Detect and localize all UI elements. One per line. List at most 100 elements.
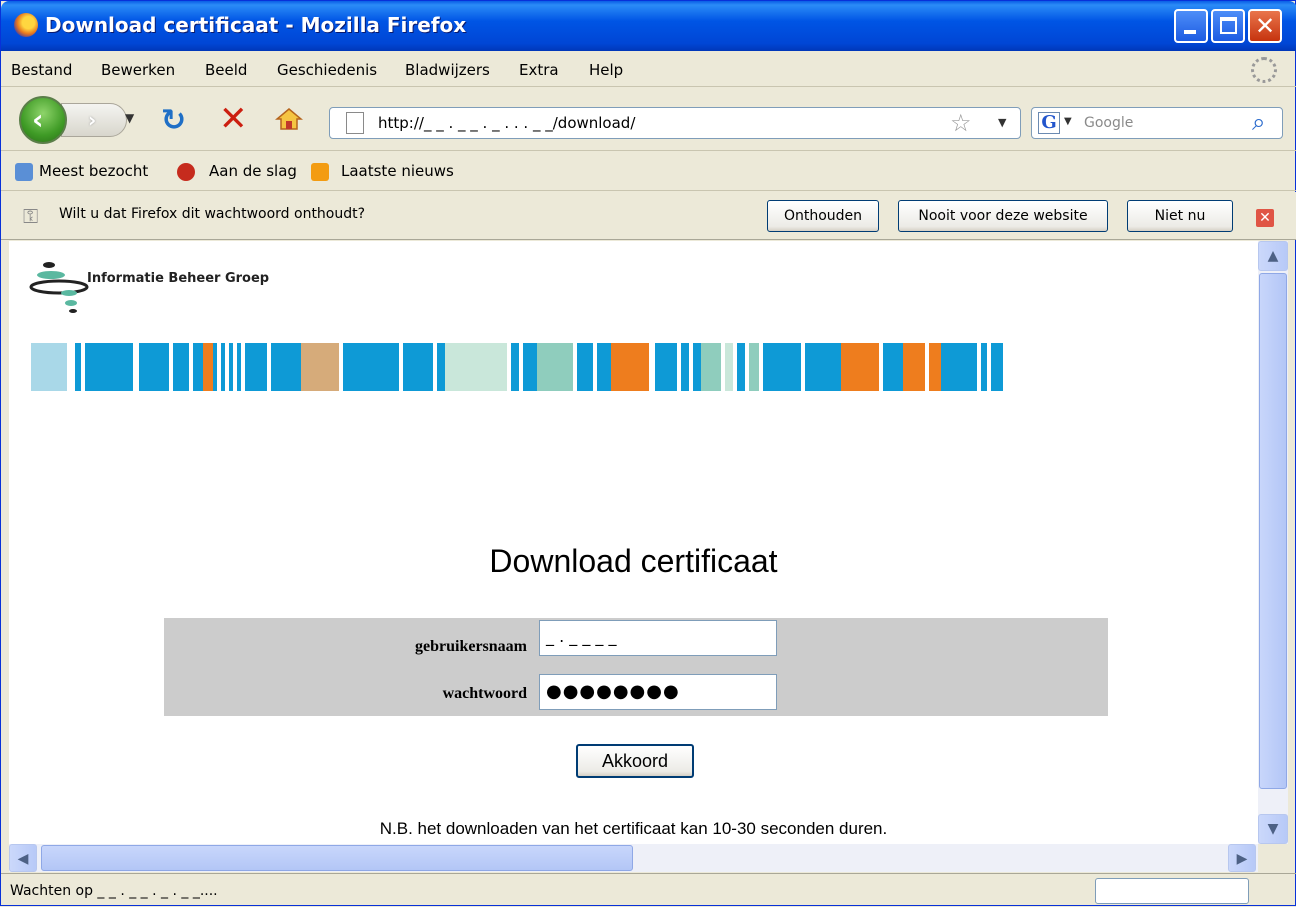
stop-icon[interactable]: ✕	[219, 99, 248, 139]
login-form-panel: gebruikersnaam _ . _ _ _ _ wachtwoord ●●…	[164, 618, 1108, 716]
forward-arrow-icon: ›	[88, 108, 97, 132]
search-engine-dropdown-icon[interactable]: ▼	[1064, 116, 1072, 127]
home-icon[interactable]	[275, 107, 303, 131]
close-icon: ✕	[1254, 12, 1276, 40]
stripe-segment	[193, 343, 203, 391]
forward-button[interactable]: ›	[61, 103, 127, 137]
password-label: wachtwoord	[442, 685, 527, 702]
status-text: Wachten op _ _ . _ _ . _ . _ _....	[10, 883, 218, 899]
url-dropdown-icon[interactable]: ▼	[998, 116, 1006, 129]
stripe-segment	[701, 343, 721, 391]
stripe-segment	[655, 343, 677, 391]
stripe-segment	[523, 343, 537, 391]
horizontal-scroll-thumb[interactable]	[41, 845, 633, 871]
vertical-scroll-thumb[interactable]	[1259, 273, 1287, 789]
menu-bladwijzers[interactable]: Bladwijzers	[405, 61, 490, 79]
stripe-segment	[445, 343, 507, 391]
scroll-right-icon[interactable]: ▶	[1228, 844, 1256, 872]
stripe-segment	[301, 343, 339, 391]
stripe-segment	[403, 343, 433, 391]
firefox-icon	[14, 13, 38, 37]
stripe-segment	[597, 343, 611, 391]
stripe-segment	[763, 343, 801, 391]
stripe-segment	[537, 343, 573, 391]
stripe-segment	[343, 343, 399, 391]
stripe-segment	[85, 343, 133, 391]
stripe-segment	[611, 343, 649, 391]
stripe-segment	[991, 343, 1003, 391]
menu-help[interactable]: Help	[589, 61, 623, 79]
stripe-segment	[737, 343, 745, 391]
stripe-segment	[749, 343, 759, 391]
reload-icon[interactable]: ↻	[161, 103, 186, 138]
minimize-button[interactable]	[1174, 9, 1208, 43]
stripe-segment	[139, 343, 169, 391]
menu-extra[interactable]: Extra	[519, 61, 559, 79]
stripe-segment	[903, 343, 925, 391]
window-title: Download certificaat - Mozilla Firefox	[45, 13, 467, 37]
stripe-segment	[883, 343, 903, 391]
bookmark-meest-bezocht[interactable]: Meest bezocht	[39, 162, 148, 180]
search-bar[interactable]: G ▼ Google ⌕	[1031, 107, 1283, 139]
username-input[interactable]: _ . _ _ _ _	[539, 620, 777, 656]
stripe-segment	[805, 343, 841, 391]
stripe-segment	[173, 343, 189, 391]
menu-bar: Bestand Bewerken Beeld Geschiedenis Blad…	[1, 53, 1296, 87]
notification-text: Wilt u dat Firefox dit wachtwoord onthou…	[59, 206, 366, 222]
google-icon[interactable]: G	[1038, 112, 1060, 134]
bookmark-laatste-nieuws[interactable]: Laatste nieuws	[341, 162, 454, 180]
stripe-segment	[725, 343, 733, 391]
menu-bestand[interactable]: Bestand	[11, 61, 72, 79]
scroll-down-icon[interactable]: ▼	[1258, 814, 1288, 844]
menu-geschiedenis[interactable]: Geschiedenis	[277, 61, 377, 79]
history-dropdown-icon[interactable]: ▼	[125, 111, 134, 125]
maximize-button[interactable]	[1211, 9, 1245, 43]
status-progress-box	[1095, 878, 1249, 904]
throbber-icon	[1251, 57, 1277, 83]
url-bar[interactable]: http://_ _ . _ _ . _ . . . _ _/download/…	[329, 107, 1021, 139]
back-arrow-icon: ‹	[32, 103, 44, 136]
navigation-toolbar: › ‹ ▼ ↻ ✕ http://_ _ . _ _ . _ . . . _ _…	[1, 89, 1296, 151]
page-icon	[346, 112, 364, 134]
download-note: N.B. het downloaden van het certificaat …	[379, 819, 888, 838]
stripe-segment	[681, 343, 689, 391]
page-title: Download certificaat	[489, 543, 778, 579]
search-placeholder[interactable]: Google	[1084, 115, 1133, 131]
status-bar: Wachten op _ _ . _ _ . _ . _ _....	[1, 873, 1296, 907]
rss-icon	[311, 163, 329, 181]
bookmark-aan-de-slag[interactable]: Aan de slag	[209, 162, 297, 180]
menu-beeld[interactable]: Beeld	[205, 61, 247, 79]
never-button[interactable]: Nooit voor deze website	[898, 200, 1108, 232]
stripe-segment	[511, 343, 519, 391]
username-label: gebruikersnaam	[415, 638, 527, 655]
logo-text: Informatie Beheer Groep	[87, 271, 270, 286]
close-button[interactable]: ✕	[1248, 9, 1282, 43]
stripe-segment	[67, 343, 75, 391]
not-now-button[interactable]: Niet nu	[1127, 200, 1233, 232]
title-bar: Download certificaat - Mozilla Firefox ✕	[1, 1, 1296, 51]
stripe-segment	[203, 343, 213, 391]
bookmark-star-icon[interactable]: ☆	[950, 109, 972, 137]
search-icon[interactable]: ⌕	[1252, 108, 1265, 136]
page-content: Informatie Beheer Groep Download certifi…	[9, 241, 1258, 844]
bookmarks-toolbar: Meest bezocht Aan de slag Laatste nieuws	[1, 153, 1296, 191]
close-notification-icon[interactable]: ✕	[1256, 209, 1274, 227]
submit-button[interactable]: Akkoord	[576, 744, 694, 778]
scroll-left-icon[interactable]: ◀	[9, 844, 37, 872]
minimize-icon	[1184, 30, 1196, 34]
stripe-segment	[693, 343, 701, 391]
password-input[interactable]: ●●●●●●●●	[539, 674, 777, 710]
remember-button[interactable]: Onthouden	[767, 200, 879, 232]
key-icon: ⚿	[23, 204, 39, 228]
stripe-segment	[437, 343, 445, 391]
color-stripe-banner	[31, 343, 1258, 391]
menu-bewerken[interactable]: Bewerken	[101, 61, 175, 79]
url-text[interactable]: http://_ _ . _ _ . _ . . . _ _/download/	[378, 114, 635, 132]
stripe-segment	[245, 343, 267, 391]
most-visited-icon	[15, 163, 33, 181]
back-button[interactable]: ‹	[19, 96, 67, 144]
scroll-up-icon[interactable]: ▲	[1258, 241, 1288, 271]
stripe-segment	[941, 343, 977, 391]
stripe-segment	[929, 343, 941, 391]
stripe-segment	[841, 343, 879, 391]
